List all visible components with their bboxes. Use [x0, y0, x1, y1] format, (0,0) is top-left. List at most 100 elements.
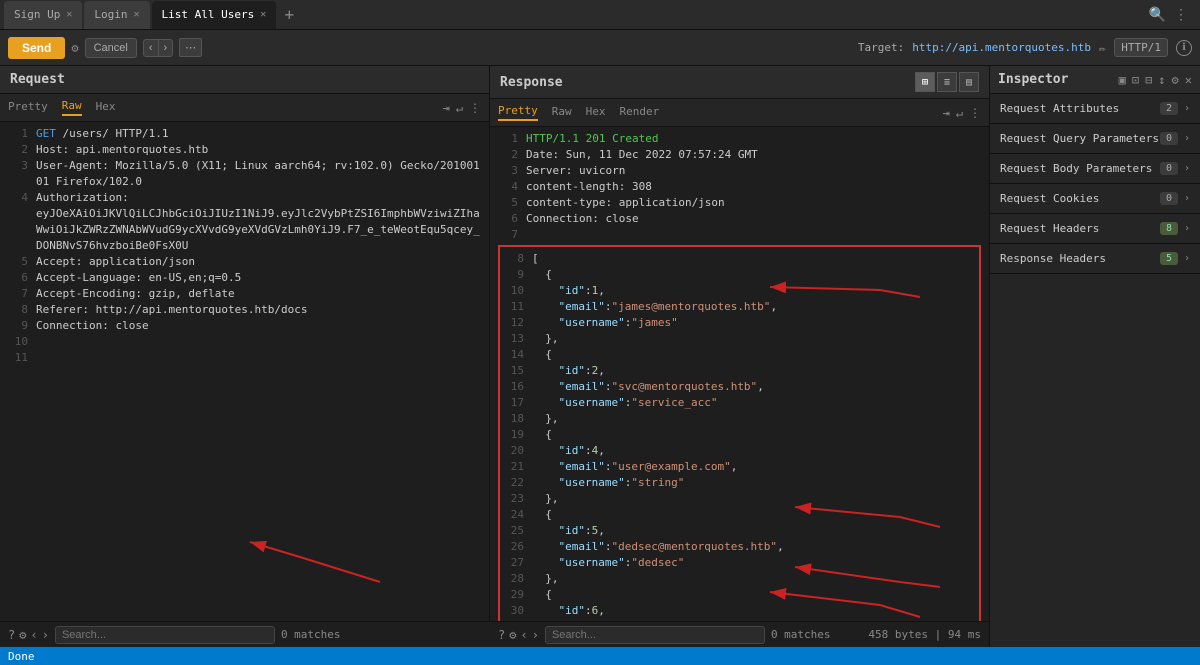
send-button[interactable]: Send: [8, 37, 65, 59]
response-header-5: 5 content-type: application/json: [490, 195, 989, 211]
tab-add-button[interactable]: +: [278, 4, 300, 26]
response-header-3: 3 Server: uvicorn: [490, 163, 989, 179]
request-wrap-icon[interactable]: ↵: [456, 101, 463, 115]
request-search-input[interactable]: [55, 626, 275, 644]
json-line-28: 28 },: [504, 571, 975, 587]
response-indent-icon[interactable]: ⇥: [943, 106, 950, 120]
inspector-section-response-headers[interactable]: Response Headers 5 ›: [990, 244, 1200, 274]
search-icon[interactable]: 🔍: [1149, 7, 1166, 23]
json-line-15: 15 "id":2,: [504, 363, 975, 379]
request-indent-icon[interactable]: ⇥: [443, 101, 450, 115]
response-settings-icon[interactable]: ⚙: [509, 628, 516, 642]
nav-forward-button[interactable]: ›: [159, 39, 174, 57]
tab-signup-close[interactable]: ✕: [66, 9, 72, 20]
inspector-query-params-label: Request Query Parameters: [1000, 132, 1160, 145]
inspector-icon-3[interactable]: ⊟: [1145, 73, 1152, 87]
inspector-section-cookies[interactable]: Request Cookies 0 ›: [990, 184, 1200, 214]
response-tab-render[interactable]: Render: [620, 105, 660, 120]
request-more-icon[interactable]: ⋮: [469, 101, 481, 115]
inspector-icon-close[interactable]: ✕: [1185, 73, 1192, 87]
inspector-cookies-count: 0: [1160, 192, 1178, 205]
tab-signup-label: Sign Up: [14, 8, 60, 21]
json-line-13: 13 },: [504, 331, 975, 347]
request-line-8: 8 Referer: http://api.mentorquotes.htb/d…: [0, 302, 489, 318]
response-tab-pretty[interactable]: Pretty: [498, 104, 538, 121]
response-view-icons: ⊞ ≡ ▤: [915, 72, 979, 92]
json-line-18: 18 },: [504, 411, 975, 427]
response-more-icon[interactable]: ⋮: [969, 106, 981, 120]
json-line-31: 31 "email":"dedsec@mentorquotes.htb",: [504, 619, 975, 621]
tab-bar-icons: 🔍 ⋮: [1149, 7, 1196, 23]
request-tab-pretty[interactable]: Pretty: [8, 100, 48, 115]
request-tab-raw[interactable]: Raw: [62, 99, 82, 116]
inspector-section-request-headers[interactable]: Request Headers 8 ›: [990, 214, 1200, 244]
nav-back-button[interactable]: ‹: [143, 39, 159, 57]
response-body-line-7: 7: [490, 227, 989, 243]
inspector-icon-settings[interactable]: ⚙: [1172, 73, 1179, 87]
request-next-icon[interactable]: ›: [42, 628, 49, 642]
request-title: Request: [10, 72, 65, 87]
json-line-16: 16 "email":"svc@mentorquotes.htb",: [504, 379, 975, 395]
request-panel-header: Request: [0, 66, 489, 94]
response-json-area: 1 HTTP/1.1 201 Created 2 Date: Sun, 11 D…: [490, 127, 989, 621]
request-settings-icon[interactable]: ⚙: [19, 628, 26, 642]
view-list-icon[interactable]: ≡: [937, 72, 957, 92]
request-help-icon[interactable]: ?: [8, 628, 15, 642]
toolbar: Send ⚙ Cancel ‹ › ⋯ Target: http://api.m…: [0, 30, 1200, 66]
response-tab-hex[interactable]: Hex: [586, 105, 606, 120]
request-code-area: 1 GET /users/ HTTP/1.1 2 Host: api.mento…: [0, 122, 489, 647]
json-line-24: 24 {: [504, 507, 975, 523]
info-icon[interactable]: ℹ: [1176, 40, 1192, 56]
main-area: Request Pretty Raw Hex ⇥ ↵ ⋮ 1 GET /user…: [0, 66, 1200, 647]
inspector-panel: Inspector ▣ ⊡ ⊟ ↕ ⚙ ✕ Request Attributes…: [990, 66, 1200, 647]
tab-list-users[interactable]: List All Users ✕: [152, 1, 277, 29]
tab-signup[interactable]: Sign Up ✕: [4, 1, 82, 29]
target-url[interactable]: http://api.mentorquotes.htb: [912, 41, 1091, 54]
inspector-section-body-params[interactable]: Request Body Parameters 0 ›: [990, 154, 1200, 184]
inspector-icons: ▣ ⊡ ⊟ ↕ ⚙ ✕: [1119, 73, 1192, 87]
response-subtabs: Pretty Raw Hex Render ⇥ ↵ ⋮: [490, 99, 989, 127]
request-prev-icon[interactable]: ‹: [30, 628, 37, 642]
json-line-21: 21 "email":"user@example.com",: [504, 459, 975, 475]
inspector-request-attributes-count: 2: [1160, 102, 1178, 115]
response-next-icon[interactable]: ›: [532, 628, 539, 642]
inspector-icon-4[interactable]: ↕: [1158, 73, 1165, 87]
tab-list-users-close[interactable]: ✕: [260, 9, 266, 20]
tab-login-close[interactable]: ✕: [134, 9, 140, 20]
request-matches: 0 matches: [281, 628, 341, 641]
gear-icon[interactable]: ⚙: [71, 41, 78, 55]
tab-login[interactable]: Login ✕: [84, 1, 149, 29]
request-line-11: 11: [0, 350, 489, 366]
target-label: Target:: [858, 41, 904, 54]
http-version[interactable]: HTTP/1: [1114, 38, 1168, 57]
settings-icon[interactable]: ⋮: [1174, 7, 1188, 23]
response-tab-raw[interactable]: Raw: [552, 105, 572, 120]
response-wrap-icon[interactable]: ↵: [956, 106, 963, 120]
json-line-30: 30 "id":6,: [504, 603, 975, 619]
edit-icon[interactable]: ✏: [1099, 41, 1106, 55]
response-prev-icon[interactable]: ‹: [520, 628, 527, 642]
request-bottom-bar: ? ⚙ ‹ › 0 matches: [0, 621, 490, 647]
inspector-section-request-attributes[interactable]: Request Attributes 2 ›: [990, 94, 1200, 124]
inspector-body-params-label: Request Body Parameters: [1000, 162, 1160, 175]
inspector-section-query-params[interactable]: Request Query Parameters 0 ›: [990, 124, 1200, 154]
inspector-icon-2[interactable]: ⊡: [1132, 73, 1139, 87]
inspector-icon-1[interactable]: ▣: [1119, 73, 1126, 87]
response-search-input[interactable]: [545, 626, 765, 644]
view-grid-icon[interactable]: ▤: [959, 72, 979, 92]
view-split-icon[interactable]: ⊞: [915, 72, 935, 92]
file-size: 458 bytes | 94 ms: [868, 628, 981, 641]
cancel-button[interactable]: Cancel: [85, 38, 137, 58]
response-header-2: 2 Date: Sun, 11 Dec 2022 07:57:24 GMT: [490, 147, 989, 163]
request-tab-hex[interactable]: Hex: [96, 100, 116, 115]
response-header-6: 6 Connection: close: [490, 211, 989, 227]
inspector-request-attributes-label: Request Attributes: [1000, 102, 1160, 115]
status-text: Done: [8, 650, 35, 663]
response-bottom-bar: ? ⚙ ‹ › 0 matches 458 bytes | 94 ms: [490, 621, 989, 647]
response-help-icon[interactable]: ?: [498, 628, 505, 642]
inspector-request-headers-label: Request Headers: [1000, 222, 1160, 235]
request-panel: Request Pretty Raw Hex ⇥ ↵ ⋮ 1 GET /user…: [0, 66, 490, 647]
tab-list-users-label: List All Users: [162, 8, 255, 21]
json-line-11: 11 "email":"james@mentorquotes.htb",: [504, 299, 975, 315]
nav-extra-button[interactable]: ⋯: [179, 38, 202, 57]
